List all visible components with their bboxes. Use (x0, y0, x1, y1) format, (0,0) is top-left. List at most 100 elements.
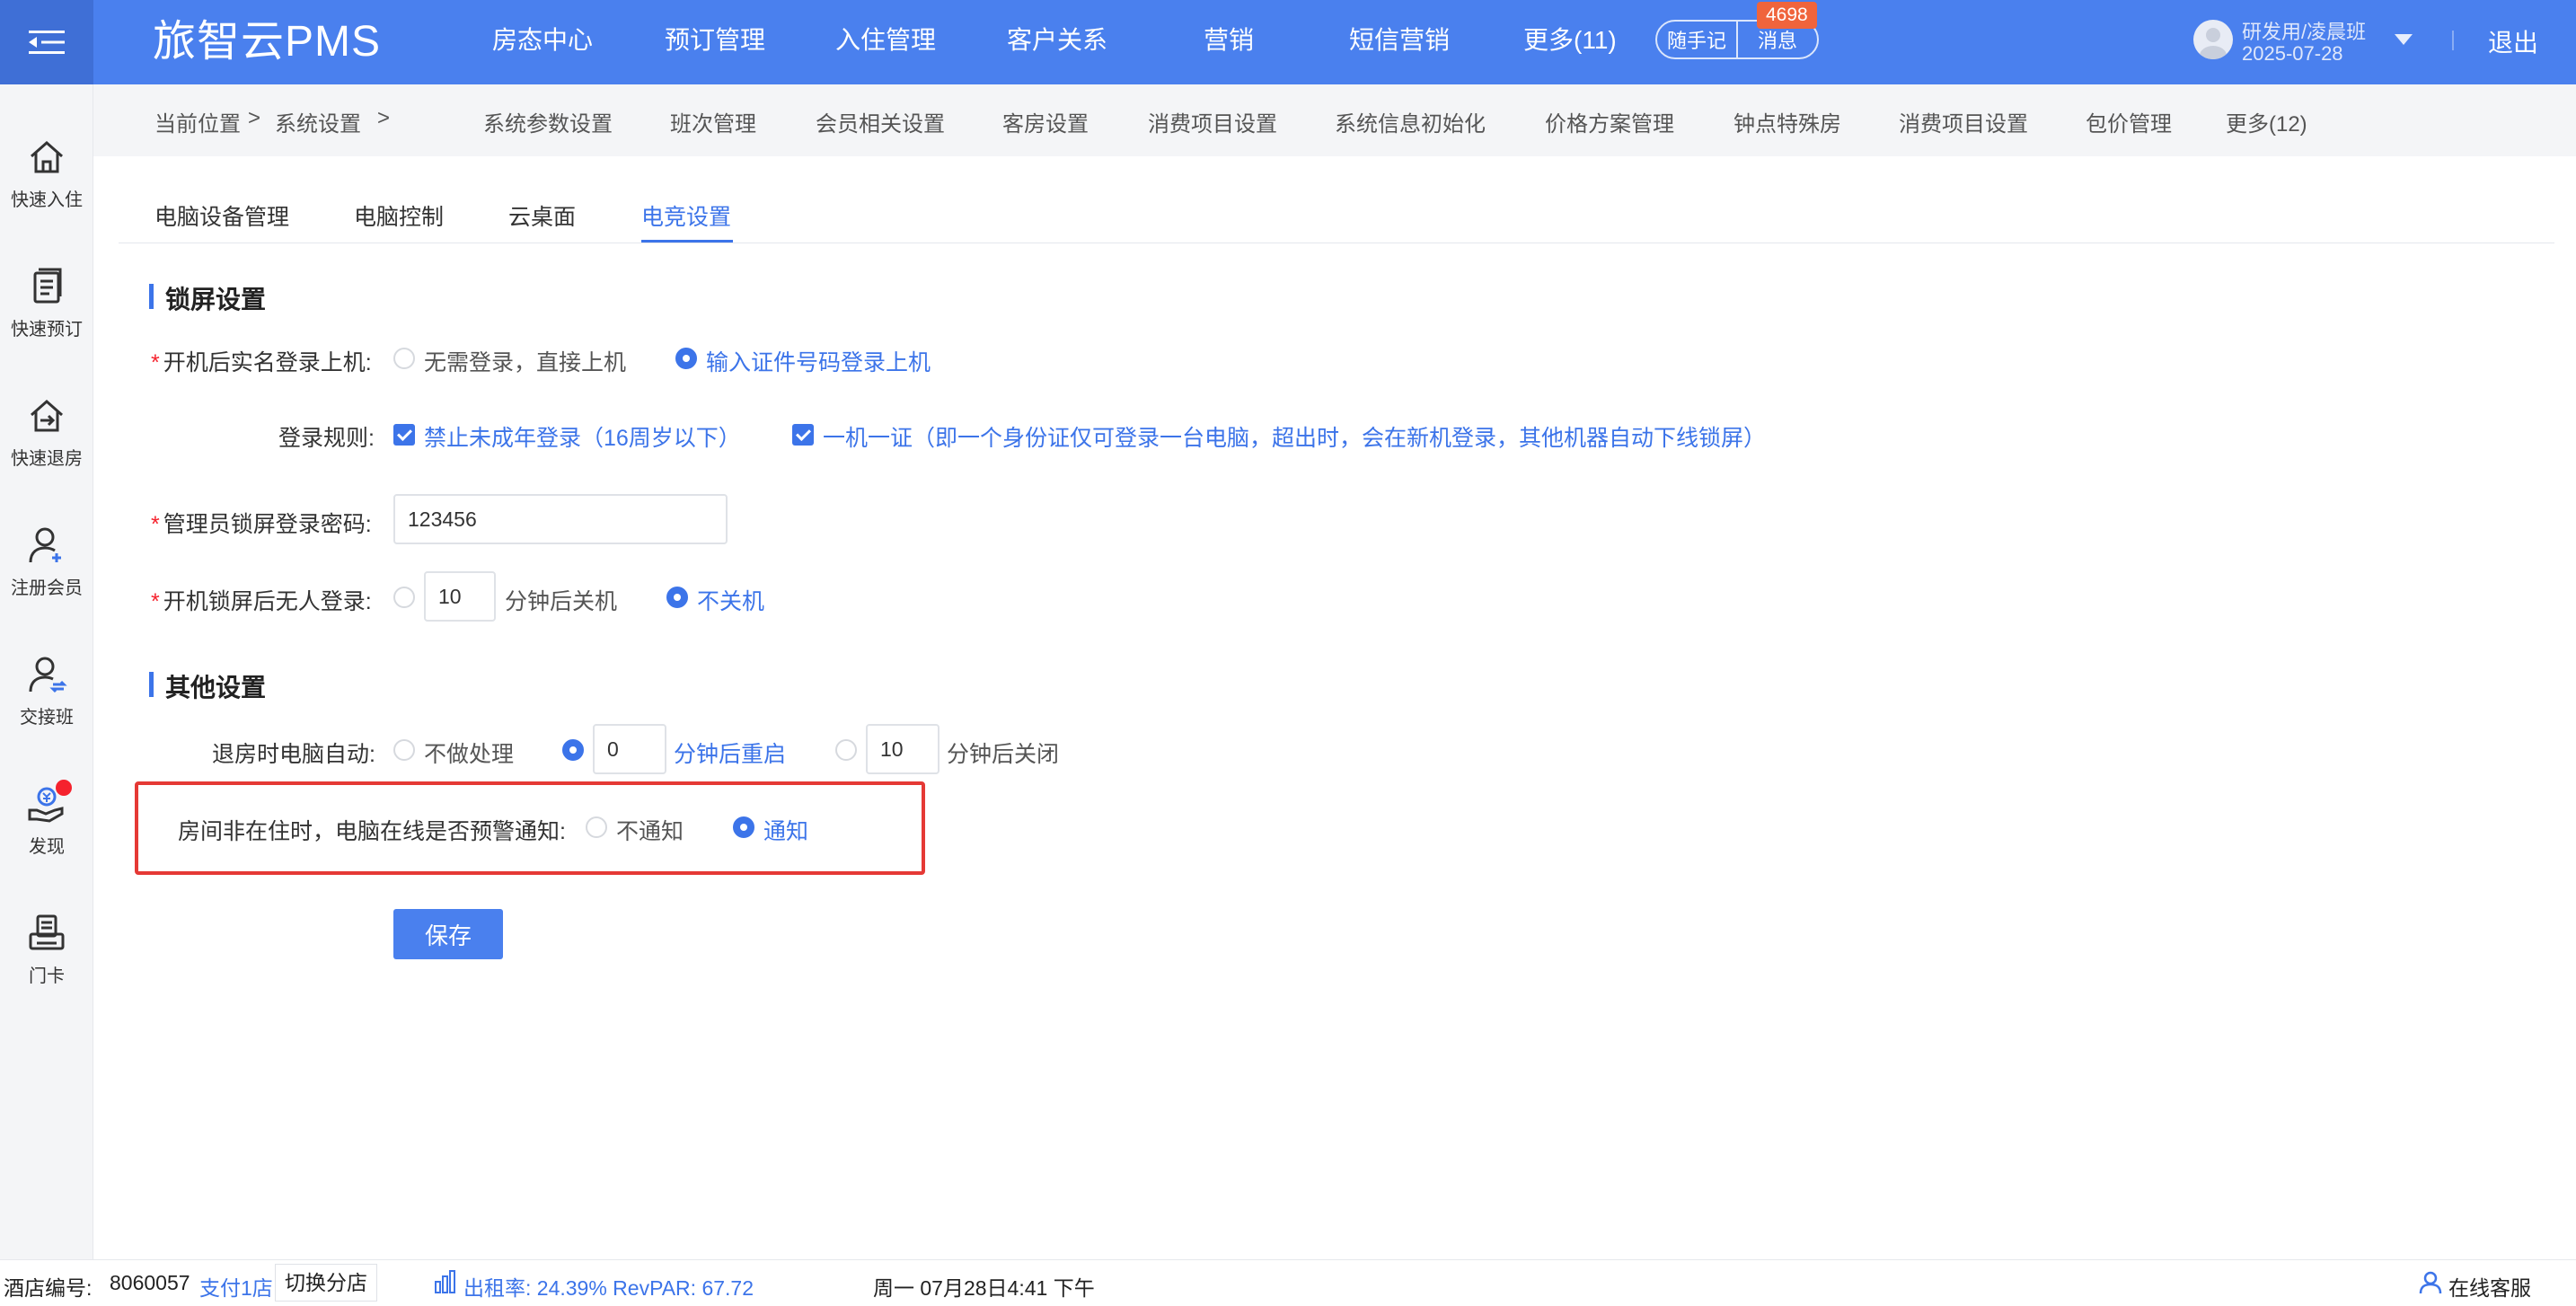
sidebar-item-quick-booking[interactable]: 快速预订 (0, 266, 93, 365)
tab-esports-settings[interactable]: 电竞设置 (641, 199, 731, 232)
shutdown-minutes-input[interactable]: 10 (424, 571, 496, 622)
radio-do-nothing[interactable] (393, 739, 415, 761)
rule-one-id-one-pc-label[interactable]: 一机一证（即一个身份证仅可登录一台电脑，超出时，会在新机登录，其他机器自动下线锁… (823, 420, 1766, 453)
radio-close-after[interactable] (835, 739, 857, 761)
nav-reservation[interactable]: 预订管理 (665, 0, 765, 81)
avatar[interactable] (2193, 20, 2233, 59)
chevron-down-icon[interactable] (2395, 34, 2413, 45)
user-name: 研发用/凌晨班 (2242, 21, 2367, 43)
rule-no-minors-label[interactable]: 禁止未成年登录（16周岁以下） (424, 420, 741, 453)
bar-chart-icon (435, 1270, 455, 1293)
sub-navigation: 当前位置 > 系统设置 > 系统参数设置 班次管理 会员相关设置 客房设置 消费… (93, 84, 2576, 156)
divider (2452, 31, 2454, 50)
idle-lock-label: * 开机锁屏后无人登录: (151, 589, 372, 614)
option-shutdown-label[interactable]: 分钟后关机 (505, 584, 617, 616)
top-bar: 旅智云PMS 房态中心 预订管理 入住管理 客户关系 营销 短信营销 更多(11… (0, 0, 2576, 84)
subnav-more[interactable]: 更多(12) (2226, 106, 2307, 137)
nav-customer[interactable]: 客户关系 (1007, 0, 1107, 81)
nav-room-status[interactable]: 房态中心 (492, 0, 593, 81)
option-no-alert-label[interactable]: 不通知 (616, 814, 684, 846)
tab-computer-control[interactable]: 电脑控制 (354, 199, 444, 232)
home-icon (31, 140, 63, 173)
subnav-price-plans[interactable]: 价格方案管理 (1545, 106, 1674, 137)
nav-checkin[interactable]: 入住管理 (835, 0, 936, 81)
offline-alert-label: 房间非在住时，电脑在线是否预警通知: (178, 819, 566, 844)
switch-store-button[interactable]: 切换分店 (275, 1264, 377, 1302)
tab-cloud-desktop[interactable]: 云桌面 (508, 199, 576, 232)
sidebar-item-label: 快速预订 (11, 320, 83, 340)
radio-alert[interactable] (733, 816, 754, 838)
document-icon (33, 268, 62, 304)
hotel-number-label: 酒店编号: (4, 1276, 93, 1300)
sidebar-item-label: 交接班 (20, 708, 74, 728)
option-no-login-label[interactable]: 无需登录，直接上机 (424, 345, 626, 377)
subnav-hourly-rooms[interactable]: 钟点特殊房 (1734, 106, 1841, 137)
logout-button[interactable]: 退出 (2488, 23, 2538, 59)
sidebar-item-shift-handover[interactable]: 交接班 (0, 654, 93, 753)
add-user-icon (29, 527, 61, 563)
occupancy-stats: 出租率: 24.39% RevPAR: 67.72 (463, 1276, 754, 1300)
sidebar-item-door-card[interactable]: 门卡 (0, 913, 93, 1011)
quick-note-button[interactable]: 随手记 (1657, 22, 1736, 57)
nav-sms-marketing[interactable]: 短信营销 (1349, 0, 1450, 81)
admin-password-label: * 管理员锁屏登录密码: (151, 512, 372, 537)
customer-service-icon (2419, 1271, 2442, 1294)
menu-toggle-button[interactable] (0, 0, 93, 84)
notification-dot (56, 780, 72, 796)
option-restart-label[interactable]: 分钟后重启 (674, 737, 786, 769)
status-bar: 酒店编号: 8060057 支付1店 切换分店 出租率: 24.39% RevP… (0, 1259, 2576, 1306)
sidebar-item-label: 快速入住 (11, 190, 83, 210)
restart-minutes-input[interactable]: 0 (593, 724, 666, 774)
breadcrumb-system-settings[interactable]: 系统设置 (275, 106, 361, 137)
option-id-login-label[interactable]: 输入证件号码登录上机 (706, 345, 931, 377)
sidebar-item-label: 快速退房 (11, 449, 83, 469)
radio-restart-after[interactable] (562, 739, 584, 761)
radio-no-login[interactable] (393, 348, 415, 369)
save-button[interactable]: 保存 (393, 909, 503, 959)
radio-id-login[interactable] (675, 348, 697, 369)
online-support-link[interactable]: 在线客服 (2448, 1271, 2531, 1302)
nav-more[interactable]: 更多(11) (1523, 0, 1617, 81)
nav-marketing[interactable]: 营销 (1204, 0, 1254, 81)
user-swap-icon (29, 657, 67, 693)
checkbox-no-minors[interactable] (393, 424, 415, 446)
section-title-lock: 锁屏设置 (165, 286, 267, 313)
subnav-member-settings[interactable]: 会员相关设置 (816, 106, 945, 137)
sidebar-item-discover[interactable]: 发现 (0, 780, 93, 882)
hotel-number: 8060057 (110, 1271, 190, 1294)
option-do-nothing-label[interactable]: 不做处理 (424, 737, 514, 769)
subnav-consumption-items[interactable]: 消费项目设置 (1148, 106, 1277, 137)
option-no-shutdown-label[interactable]: 不关机 (697, 584, 764, 616)
subnav-package-management[interactable]: 包价管理 (2086, 106, 2172, 137)
sidebar-item-label: 发现 (29, 837, 65, 857)
sidebar-item-label: 注册会员 (11, 578, 83, 598)
card-printer-icon (29, 914, 65, 950)
checkbox-one-id-one-pc[interactable] (792, 424, 814, 446)
subnav-room-settings[interactable]: 客房设置 (1002, 106, 1089, 137)
checkout-auto-label: 退房时电脑自动: (212, 742, 375, 767)
subnav-shift-management[interactable]: 班次管理 (670, 106, 756, 137)
section-title-other: 其他设置 (165, 674, 267, 702)
tab-computer-devices[interactable]: 电脑设备管理 (154, 199, 289, 232)
sidebar-item-quick-checkout[interactable]: 快速退房 (0, 395, 93, 494)
user-date: 2025-07-28 (2242, 42, 2343, 65)
subnav-system-params[interactable]: 系统参数设置 (483, 106, 613, 137)
option-close-label[interactable]: 分钟后关闭 (947, 737, 1059, 769)
section-marker (149, 284, 154, 309)
message-count-badge: 4698 (1757, 2, 1817, 29)
admin-password-input[interactable]: 123456 (393, 494, 728, 544)
subnav-system-init[interactable]: 系统信息初始化 (1335, 106, 1486, 137)
radio-shutdown-after[interactable] (393, 587, 415, 608)
breadcrumb-separator: > (377, 106, 391, 130)
radio-no-alert[interactable] (586, 816, 607, 838)
close-minutes-input[interactable]: 10 (866, 724, 940, 774)
sidebar-item-quick-checkin[interactable]: 快速入住 (0, 137, 93, 235)
menu-collapse-icon (29, 31, 65, 54)
sidebar: 快速入住 快速预订 快速退房 注册会员 交接班 发现 门卡 (0, 84, 93, 1259)
section-marker (149, 672, 154, 697)
radio-no-shutdown[interactable] (666, 587, 688, 608)
subnav-consumption-items-2[interactable]: 消费项目设置 (1899, 106, 2028, 137)
sidebar-item-register-member[interactable]: 注册会员 (0, 525, 93, 623)
store-name[interactable]: 支付1店 (199, 1271, 273, 1302)
option-alert-label[interactable]: 通知 (763, 814, 808, 846)
